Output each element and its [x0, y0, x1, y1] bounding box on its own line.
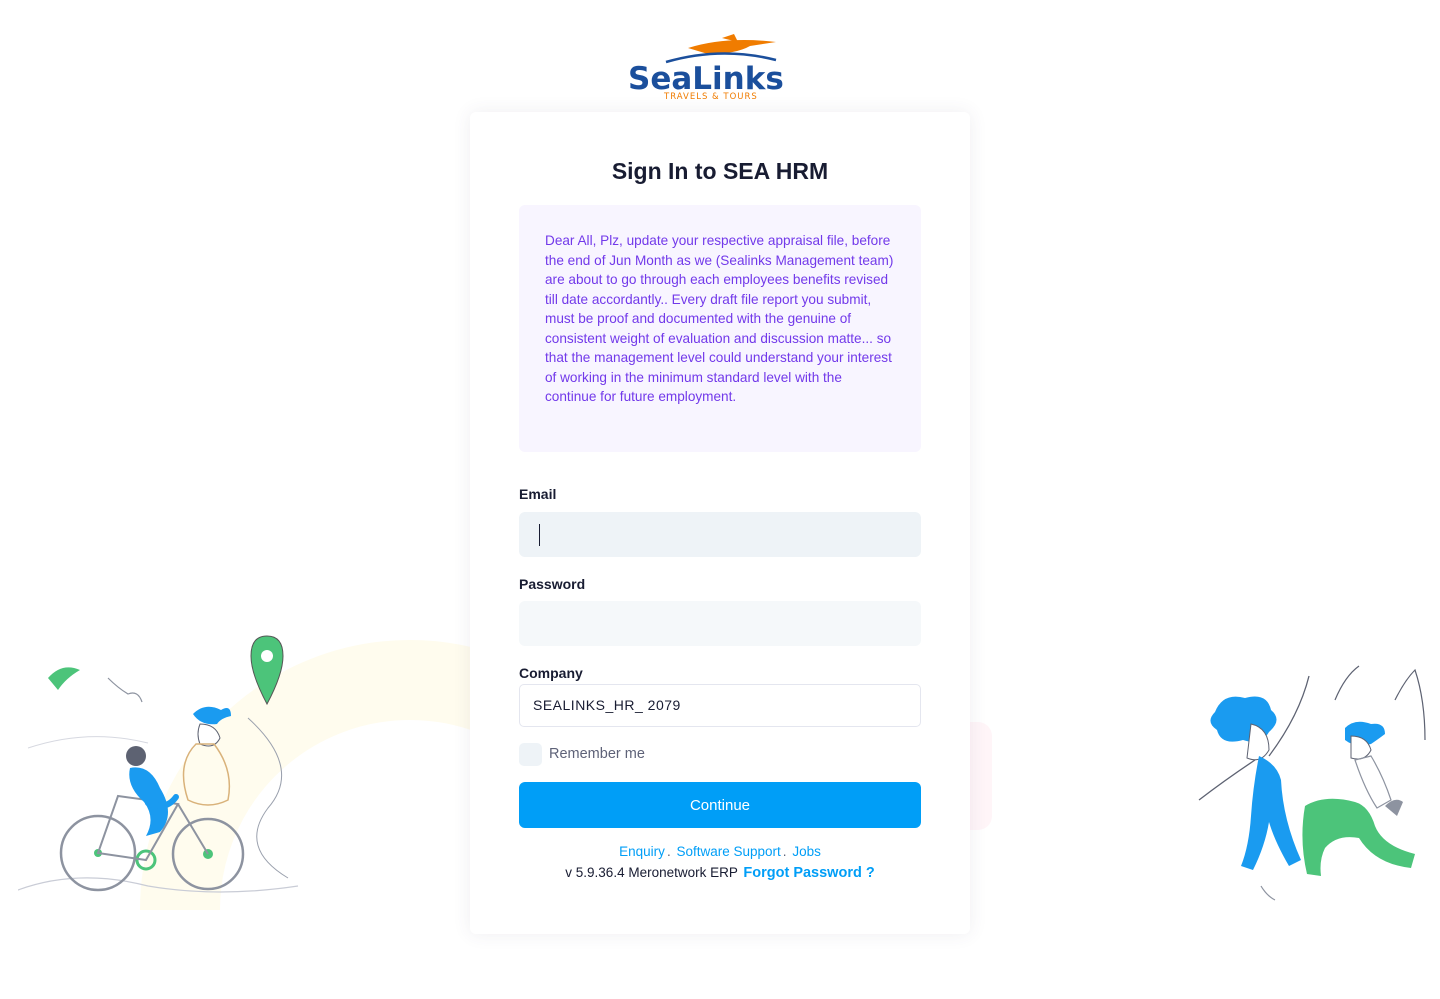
- bicycle-riders-illustration: [18, 635, 299, 893]
- company-select-value: SEALINKS_HR_ 2079: [533, 697, 681, 713]
- svg-text:TRAVELS & TOURS: TRAVELS & TOURS: [663, 92, 758, 102]
- link-separator: .: [782, 844, 787, 859]
- plane-icon: [688, 40, 776, 54]
- notice-message: Dear All, Plz, update your respective ap…: [519, 205, 921, 452]
- sealinks-logo: SeaLinks TRAVELS & TOURS: [628, 34, 784, 102]
- continue-button[interactable]: Continue: [519, 782, 921, 828]
- company-select[interactable]: SEALINKS_HR_ 2079: [519, 684, 921, 727]
- footer-links: Enquiry. Software Support. Jobs: [470, 844, 970, 859]
- password-field[interactable]: [519, 601, 921, 646]
- remember-me-checkbox[interactable]: [519, 742, 542, 766]
- jumping-people-illustration: [1198, 665, 1426, 901]
- page-title: Sign In to SEA HRM: [611, 158, 829, 184]
- company-label: Company: [519, 665, 583, 681]
- email-label: Email: [519, 486, 557, 502]
- map-pin-icon: [250, 635, 284, 706]
- remember-me-row[interactable]: Remember me: [519, 742, 645, 766]
- login-card: Sign In to SEA HRM Dear All, Plz, update…: [470, 112, 970, 934]
- software-support-link[interactable]: Software Support: [676, 844, 780, 859]
- text-cursor: [539, 524, 540, 546]
- forgot-password-link[interactable]: Forgot Password ?: [743, 865, 874, 881]
- link-separator: .: [666, 844, 671, 859]
- remember-me-label: Remember me: [549, 746, 645, 762]
- password-label: Password: [519, 576, 586, 592]
- enquiry-link[interactable]: Enquiry: [619, 844, 665, 859]
- email-field[interactable]: [519, 512, 921, 557]
- jobs-link[interactable]: Jobs: [792, 844, 821, 859]
- version-text: v 5.9.36.4 Meronetwork ERP: [565, 865, 738, 880]
- email-field-wrapper: [470, 512, 970, 557]
- version-row: v 5.9.36.4 Meronetwork ERP Forgot Passwo…: [470, 865, 970, 881]
